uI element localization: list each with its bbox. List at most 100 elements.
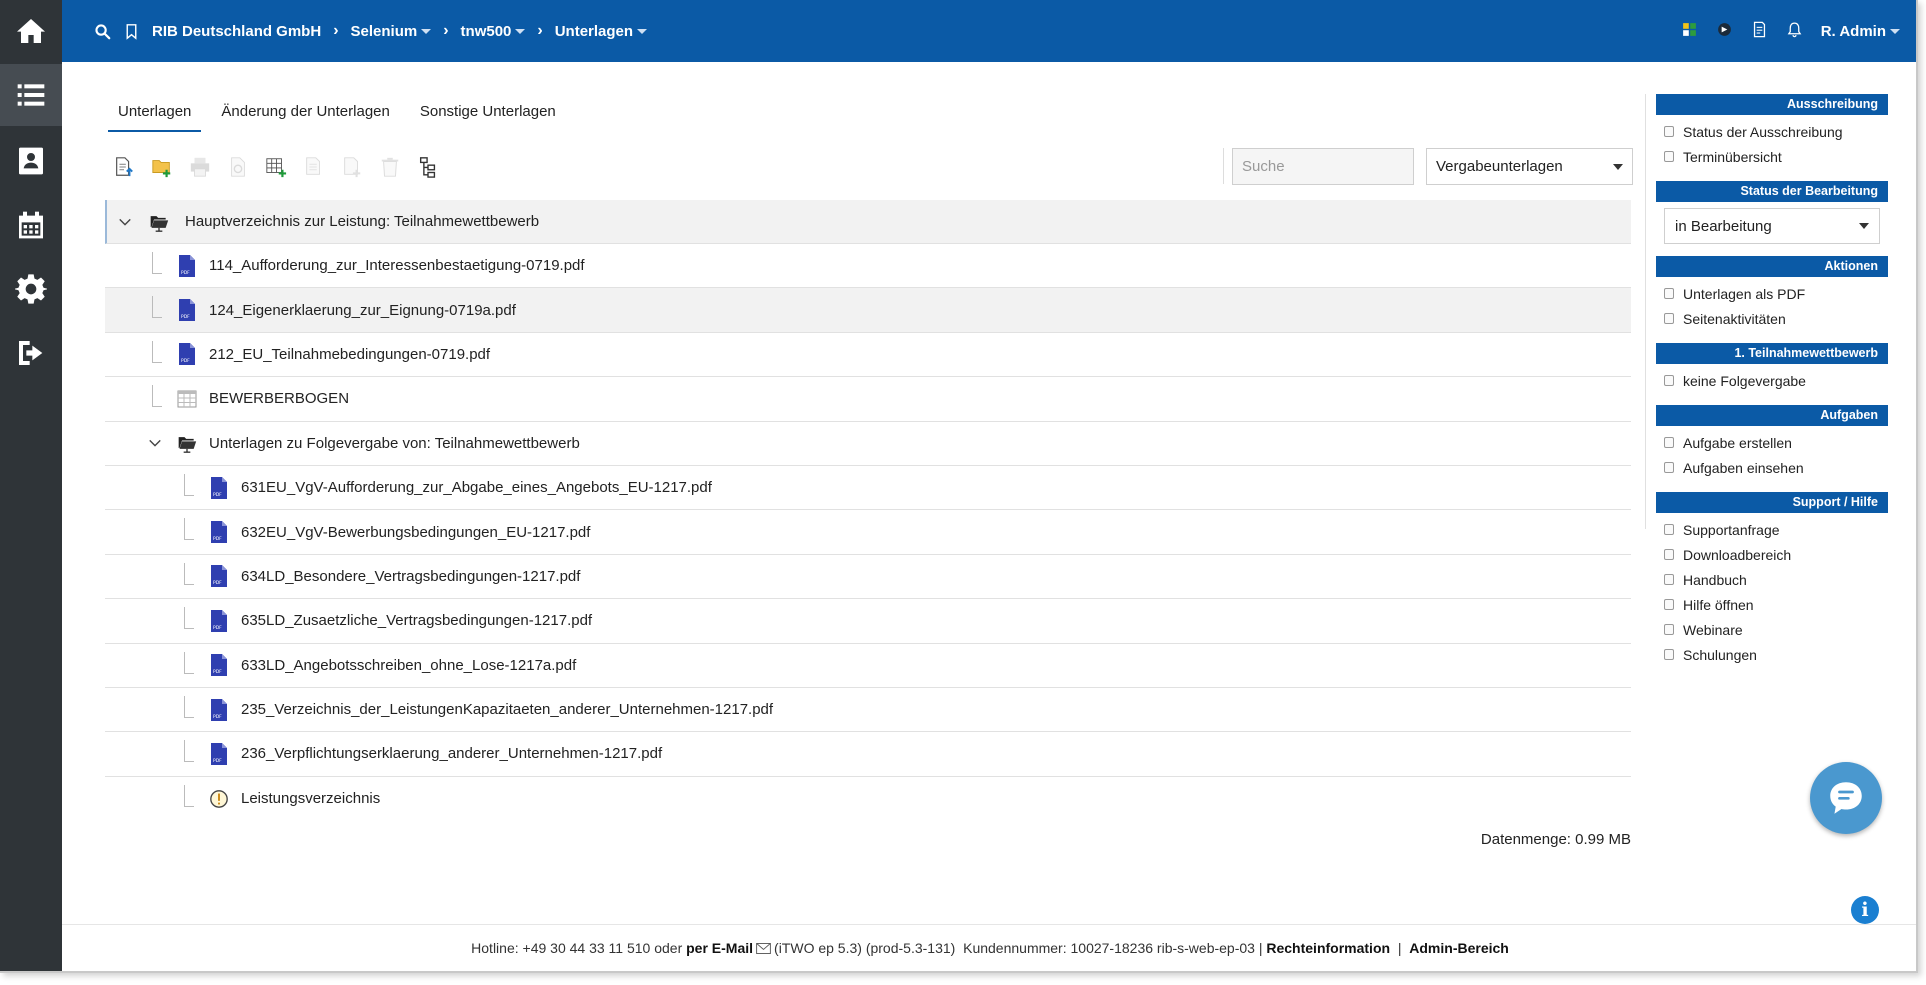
user-menu[interactable]: R. Admin bbox=[1821, 23, 1900, 40]
svg-text:PDF: PDF bbox=[213, 492, 222, 498]
delete-button[interactable] bbox=[378, 155, 402, 179]
nav-home[interactable] bbox=[0, 0, 62, 62]
nav-contacts[interactable] bbox=[0, 130, 62, 192]
section-title: Aktionen bbox=[1656, 256, 1888, 277]
tab-aenderung[interactable]: Änderung der Unterlagen bbox=[211, 95, 399, 132]
chevron-down-icon[interactable] bbox=[147, 435, 163, 451]
app-window: RIB Deutschland GmbH › Selenium › tnw500… bbox=[0, 0, 1918, 973]
tree-subitem-pdf[interactable]: PDF 633LD_Angebotsschreiben_ohne_Lose-12… bbox=[105, 644, 1631, 688]
add-table-button[interactable] bbox=[264, 155, 288, 179]
info-icon[interactable]: i bbox=[1851, 896, 1879, 924]
add-folder-icon bbox=[152, 160, 171, 178]
link-status-ausschreibung[interactable]: Status der Ausschreibung bbox=[1656, 119, 1888, 144]
apps-icon[interactable] bbox=[1681, 21, 1698, 42]
svg-text:PDF: PDF bbox=[181, 314, 190, 320]
nav-calendar[interactable] bbox=[0, 194, 62, 256]
link-label: Aufgaben einsehen bbox=[1683, 459, 1804, 476]
section-title: Ausschreibung bbox=[1656, 94, 1888, 115]
tree-subfolder[interactable]: Unterlagen zu Folgevergabe von: Teilnahm… bbox=[105, 422, 1631, 466]
notes-icon[interactable] bbox=[1751, 21, 1768, 42]
link-hilfe-oeffnen[interactable]: Hilfe öffnen bbox=[1656, 592, 1888, 617]
link-terminuebersicht[interactable]: Terminübersicht bbox=[1656, 144, 1888, 169]
link-schulungen[interactable]: Schulungen bbox=[1656, 642, 1888, 667]
footer-version: (iTWO ep 5.3) (prod-5.3-131) bbox=[774, 940, 956, 956]
breadcrumb-tender-label: tnw500 bbox=[460, 22, 512, 40]
svg-text:PDF: PDF bbox=[213, 580, 222, 586]
section-aufgaben: Aufgaben Aufgabe erstellen Aufgaben eins… bbox=[1656, 405, 1888, 480]
tree-item-label: Leistungsverzeichnis bbox=[241, 790, 381, 808]
link-downloadbereich[interactable]: Downloadbereich bbox=[1656, 542, 1888, 567]
breadcrumb: RIB Deutschland GmbH › Selenium › tnw500… bbox=[94, 0, 648, 62]
chat-button[interactable] bbox=[1810, 762, 1882, 834]
nav-logout[interactable] bbox=[0, 322, 62, 384]
tree-root-folder[interactable]: Hauptverzeichnis zur Leistung: Teilnahme… bbox=[105, 200, 1631, 244]
chevron-down-icon[interactable] bbox=[117, 214, 133, 230]
chevron-down-icon bbox=[421, 28, 432, 34]
breadcrumb-page[interactable]: Unterlagen bbox=[555, 23, 648, 40]
tree-subitem-pdf[interactable]: PDF 635LD_Zusaetzliche_Vertragsbedingung… bbox=[105, 599, 1631, 644]
chevron-down-icon bbox=[515, 28, 526, 34]
tree-subitem-pdf[interactable]: PDF 634LD_Besondere_Vertragsbedingungen-… bbox=[105, 555, 1631, 600]
warning-icon bbox=[209, 788, 229, 810]
footer-hotline: Hotline: +49 30 44 33 11 510 oder bbox=[471, 940, 683, 956]
calendar-icon bbox=[19, 211, 43, 239]
print-button[interactable] bbox=[188, 155, 212, 179]
pdf-file-icon: PDF bbox=[209, 565, 229, 588]
bookmark-icon[interactable] bbox=[123, 23, 140, 40]
link-unterlagen-pdf[interactable]: Unterlagen als PDF bbox=[1656, 281, 1888, 306]
nav-list[interactable] bbox=[0, 64, 62, 126]
link-aufgaben-einsehen[interactable]: Aufgaben einsehen bbox=[1656, 455, 1888, 480]
tab-unterlagen[interactable]: Unterlagen bbox=[108, 95, 202, 132]
user-name: R. Admin bbox=[1820, 22, 1886, 40]
bell-icon[interactable] bbox=[1786, 21, 1803, 42]
pdf-file-icon: PDF bbox=[209, 742, 229, 765]
link-seitenaktivitaeten[interactable]: Seitenaktivitäten bbox=[1656, 306, 1888, 331]
link-label: Terminübersicht bbox=[1683, 148, 1782, 165]
new-folder-button[interactable] bbox=[150, 155, 174, 179]
tree-item-pdf[interactable]: PDF 114_Aufforderung_zur_Interessenbesta… bbox=[105, 244, 1631, 289]
tree-subitem-pdf[interactable]: PDF 235_Verzeichnis_der_LeistungenKapazi… bbox=[105, 688, 1631, 733]
tree-item-label: 114_Aufforderung_zur_Interessenbestaetig… bbox=[209, 257, 585, 275]
link-handbuch[interactable]: Handbuch bbox=[1656, 567, 1888, 592]
tree-item-label: 236_Verpflichtungserklaerung_anderer_Unt… bbox=[241, 745, 663, 763]
link-keine-folgevergabe[interactable]: keine Folgevergabe bbox=[1656, 368, 1888, 393]
document-info-button[interactable] bbox=[226, 155, 250, 179]
link-supportanfrage[interactable]: Supportanfrage bbox=[1656, 517, 1888, 542]
svg-text:PDF: PDF bbox=[181, 270, 190, 276]
tree-subitem-pdf[interactable]: PDF 236_Verpflichtungserklaerung_anderer… bbox=[105, 732, 1631, 777]
footer-admin-link[interactable]: Admin-Bereich bbox=[1409, 940, 1509, 956]
breadcrumb-separator: › bbox=[333, 22, 339, 39]
add-document-button[interactable] bbox=[340, 155, 364, 179]
breadcrumb-project-label: Selenium bbox=[350, 22, 418, 40]
status-select[interactable]: in Bearbeitung bbox=[1664, 208, 1880, 244]
section-title: Support / Hilfe bbox=[1656, 492, 1888, 513]
tree-item-pdf[interactable]: PDF 212_EU_Teilnahmebedingungen-0719.pdf bbox=[105, 333, 1631, 378]
link-aufgabe-erstellen[interactable]: Aufgabe erstellen bbox=[1656, 430, 1888, 455]
breadcrumb-project[interactable]: Selenium bbox=[351, 23, 432, 40]
section-title: 1. Teilnahmewettbewerb bbox=[1656, 343, 1888, 364]
tree-item-form[interactable]: BEWERBERBOGEN bbox=[105, 377, 1631, 422]
tree-subitem-pdf[interactable]: PDF 632EU_VgV-Bewerbungsbedingungen_EU-1… bbox=[105, 510, 1631, 555]
search-input[interactable] bbox=[1232, 148, 1414, 185]
breadcrumb-tender[interactable]: tnw500 bbox=[461, 23, 526, 40]
tree-structure-button[interactable] bbox=[416, 155, 440, 179]
nav-settings[interactable] bbox=[0, 258, 62, 320]
breadcrumb-company[interactable]: RIB Deutschland GmbH bbox=[152, 23, 321, 40]
footer-email-link[interactable]: per E-Mail bbox=[686, 940, 753, 956]
document-type-select[interactable]: Vergabeunterlagen bbox=[1426, 148, 1633, 185]
document-type-value: Vergabeunterlagen bbox=[1436, 158, 1563, 175]
link-label: Supportanfrage bbox=[1683, 521, 1780, 538]
tab-sonstige[interactable]: Sonstige Unterlagen bbox=[410, 95, 566, 132]
tree-subitem-pdf[interactable]: PDF 631EU_VgV-Aufforderung_zur_Abgabe_ei… bbox=[105, 466, 1631, 511]
copy-document-button[interactable] bbox=[302, 155, 326, 179]
search-icon[interactable] bbox=[94, 23, 111, 40]
link-webinare[interactable]: Webinare bbox=[1656, 617, 1888, 642]
tree-connector bbox=[152, 340, 162, 363]
connect-icon[interactable] bbox=[1716, 21, 1733, 42]
link-icon bbox=[1664, 649, 1674, 660]
tree-item-pdf[interactable]: PDF 124_Eigenerklaerung_zur_Eignung-0719… bbox=[105, 288, 1631, 333]
svg-text:PDF: PDF bbox=[213, 714, 222, 720]
upload-document-button[interactable] bbox=[112, 155, 136, 179]
footer-rechteinformation-link[interactable]: Rechteinformation bbox=[1266, 940, 1390, 956]
tree-subitem-lv[interactable]: Leistungsverzeichnis bbox=[105, 777, 1631, 821]
